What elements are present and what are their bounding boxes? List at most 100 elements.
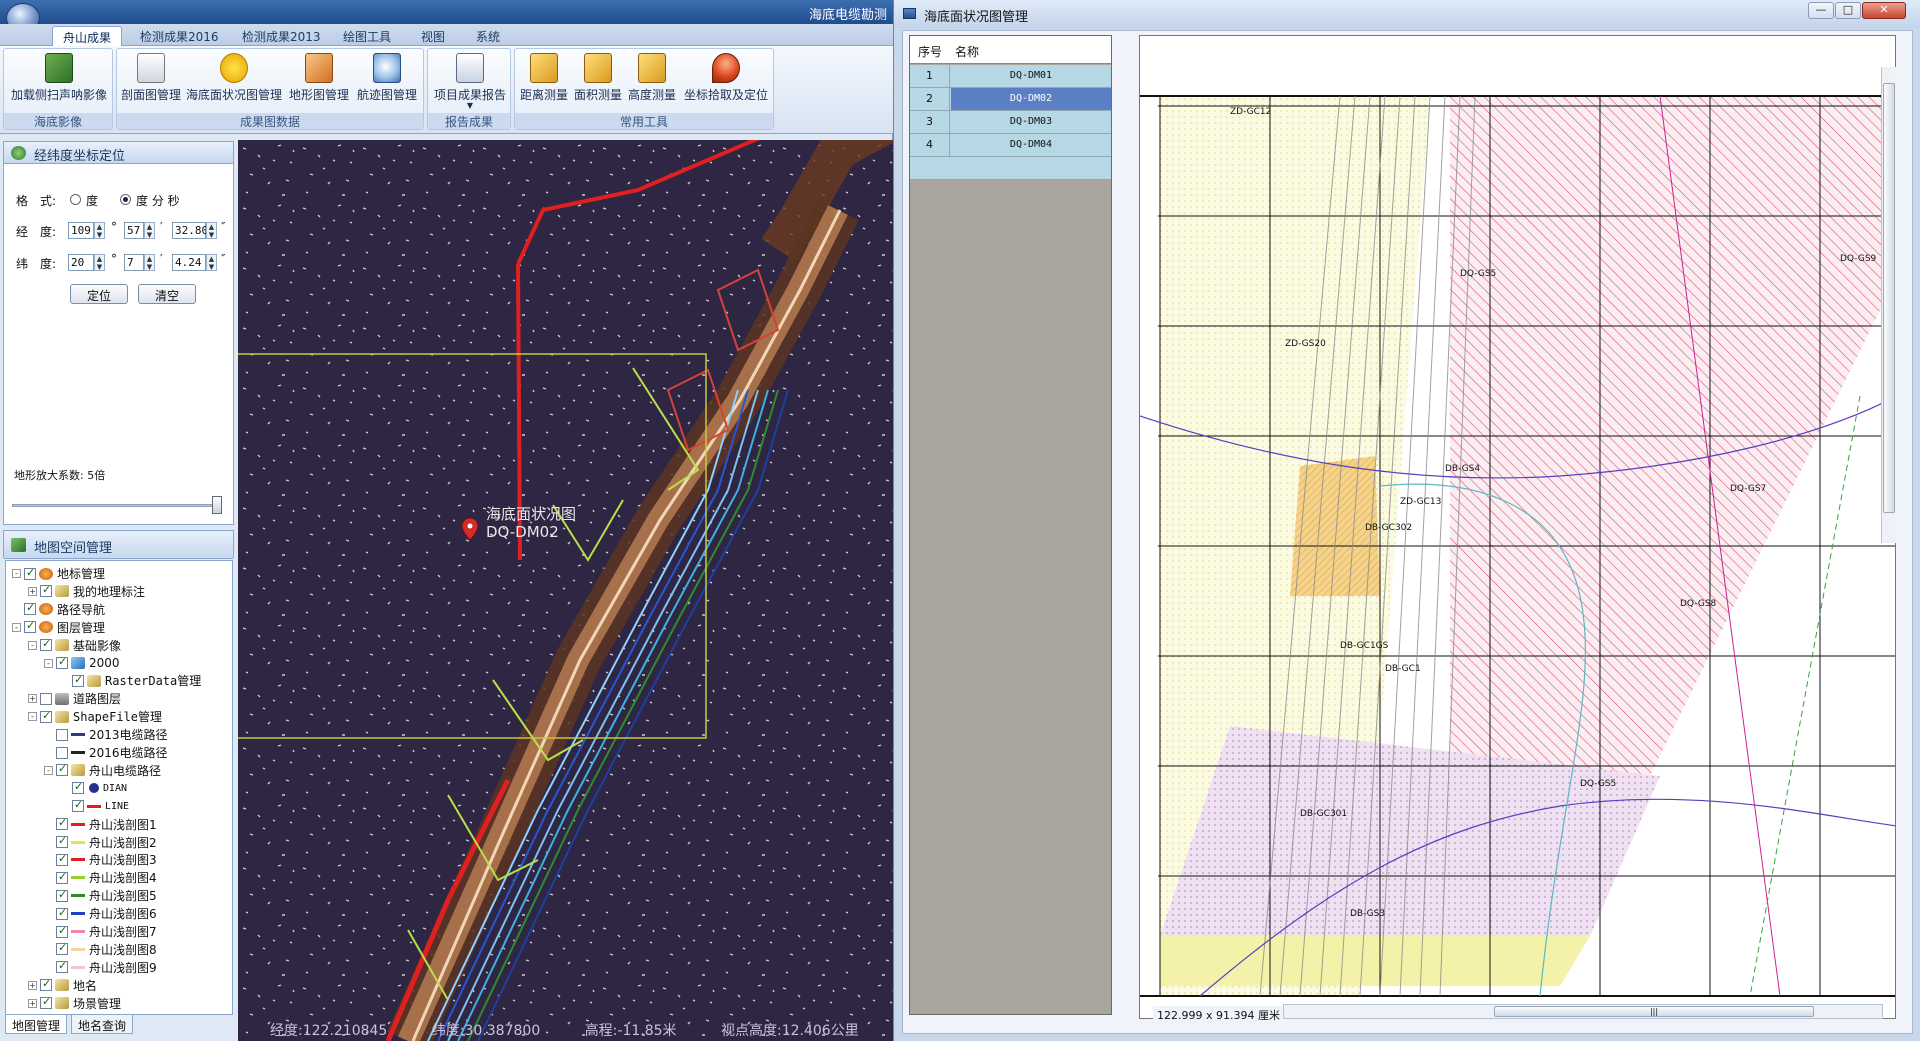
tree-node[interactable]: RasterData管理: [60, 672, 201, 689]
tree-node[interactable]: DIAN: [60, 780, 127, 797]
tree-node[interactable]: - 图层管理: [12, 619, 105, 636]
tree-node[interactable]: - 基础影像: [28, 637, 121, 654]
tree-node[interactable]: 舟山浅剖图6: [44, 905, 157, 922]
3d-map-view[interactable]: 海底面状况图 DQ-DM02: [238, 140, 893, 1041]
grid-new-row[interactable]: [910, 157, 1111, 180]
layer-visibility-checkbox[interactable]: [72, 780, 84, 795]
longitude-second-spinner[interactable]: ▲ ▼: [206, 222, 217, 239]
tree-node[interactable]: - ShapeFile管理: [28, 708, 162, 725]
layer-visibility-checkbox[interactable]: [56, 852, 68, 866]
drawing-horizontal-scrollbar[interactable]: |||: [1283, 1004, 1883, 1019]
profile-map-management-button[interactable]: 剖面图管理: [121, 53, 181, 113]
tree-node[interactable]: - 地标管理: [12, 565, 105, 582]
tab-place-search[interactable]: 地名查询: [71, 1015, 134, 1034]
expand-icon[interactable]: +: [28, 586, 37, 596]
tree-node[interactable]: 舟山浅剖图3: [44, 851, 157, 868]
layer-visibility-checkbox[interactable]: [56, 746, 68, 759]
tab-view[interactable]: 视图: [411, 26, 455, 46]
height-measure-button[interactable]: 高度测量: [627, 53, 677, 113]
expand-icon[interactable]: +: [28, 980, 37, 990]
grid-row[interactable]: 2 DQ-DM02: [910, 88, 1111, 111]
tree-node[interactable]: - 2000: [44, 655, 120, 672]
minimize-button[interactable]: —: [1808, 2, 1834, 19]
distance-measure-button[interactable]: 距离测量: [519, 53, 569, 113]
tab-zhoushan-results[interactable]: 舟山成果: [52, 26, 123, 46]
load-sidescan-sonar-button[interactable]: 加载侧扫声呐影像: [9, 53, 109, 113]
longitude-degree-spinner[interactable]: ▲ ▼: [94, 222, 105, 239]
latitude-second-input[interactable]: 4.24: [172, 254, 206, 271]
tree-node[interactable]: + 道路图层: [28, 690, 121, 707]
latitude-minute-input[interactable]: 7: [124, 254, 144, 271]
layer-visibility-checkbox[interactable]: [24, 601, 36, 616]
tree-node[interactable]: 舟山浅剖图7: [44, 923, 157, 940]
layer-visibility-checkbox[interactable]: [72, 673, 84, 687]
layer-visibility-checkbox[interactable]: [56, 816, 68, 831]
longitude-degree-input[interactable]: 109: [68, 222, 94, 239]
layer-visibility-checkbox[interactable]: [40, 977, 52, 992]
horizontal-scroll-thumb[interactable]: |||: [1494, 1006, 1814, 1017]
tree-node[interactable]: - 舟山电缆路径: [44, 762, 161, 779]
longitude-minute-spinner[interactable]: ▲ ▼: [144, 222, 155, 239]
area-measure-button[interactable]: 面积测量: [573, 53, 623, 113]
layer-visibility-checkbox[interactable]: [56, 728, 68, 741]
seabed-condition-map-button[interactable]: 海底面状况图管理: [185, 53, 283, 113]
layer-visibility-checkbox[interactable]: [24, 619, 36, 634]
collapse-icon[interactable]: -: [28, 712, 37, 722]
terrain-zoom-slider-thumb[interactable]: [212, 496, 222, 514]
grid-row[interactable]: 4 DQ-DM04: [910, 134, 1111, 157]
layer-visibility-checkbox[interactable]: [56, 959, 68, 974]
layer-visibility-checkbox[interactable]: [40, 709, 52, 723]
collapse-icon[interactable]: -: [12, 569, 21, 578]
track-map-button[interactable]: 航迹图管理: [355, 53, 419, 113]
topographic-map-button[interactable]: 地形图管理: [289, 53, 349, 113]
layer-visibility-checkbox[interactable]: [56, 655, 68, 669]
drawing-vertical-scrollbar[interactable]: [1881, 67, 1896, 543]
tab-system[interactable]: 系统: [466, 26, 510, 46]
tree-node[interactable]: 舟山浅剖图1: [44, 816, 157, 833]
expand-icon[interactable]: +: [28, 694, 37, 704]
format-dms-radio[interactable]: [120, 194, 131, 205]
clear-button[interactable]: 清空: [138, 284, 196, 304]
layer-visibility-checkbox[interactable]: [40, 583, 52, 598]
latitude-minute-spinner[interactable]: ▲ ▼: [144, 254, 155, 271]
locate-button[interactable]: 定位: [70, 284, 128, 304]
latitude-degree-input[interactable]: 20: [68, 254, 94, 271]
expand-icon[interactable]: +: [28, 998, 37, 1008]
layer-visibility-checkbox[interactable]: [40, 692, 52, 705]
tab-inspection-2016[interactable]: 检测成果2016: [130, 26, 229, 46]
layer-visibility-checkbox[interactable]: [56, 888, 68, 902]
collapse-icon[interactable]: -: [44, 658, 53, 668]
latitude-second-spinner[interactable]: ▲ ▼: [206, 254, 217, 271]
collapse-icon[interactable]: -: [12, 622, 21, 632]
seabed-condition-drawing[interactable]: ZD-GC12 DQ-GS5 ZD-GS20 DB-GS4 DQ-GS7 ZD-…: [1139, 35, 1896, 1019]
tree-node[interactable]: LINE: [60, 798, 129, 815]
tab-inspection-2013[interactable]: 检测成果2013: [232, 26, 331, 46]
vertical-scroll-thumb[interactable]: [1883, 83, 1895, 513]
collapse-icon[interactable]: -: [28, 640, 37, 650]
longitude-minute-input[interactable]: 57: [124, 222, 144, 239]
map-canvas[interactable]: 海底面状况图 DQ-DM02: [238, 140, 893, 1041]
coordinate-pick-button[interactable]: 坐标拾取及定位: [681, 53, 771, 113]
layer-visibility-checkbox[interactable]: [56, 906, 68, 920]
longitude-second-input[interactable]: 32.80: [172, 222, 208, 239]
project-report-button[interactable]: 项目成果报告 ▼: [432, 53, 508, 113]
tree-node[interactable]: 舟山浅剖图9: [44, 959, 157, 976]
tab-map-management[interactable]: 地图管理: [5, 1015, 68, 1034]
close-button[interactable]: ✕: [1862, 2, 1906, 19]
layer-visibility-checkbox[interactable]: [56, 762, 68, 777]
layer-visibility-checkbox[interactable]: [40, 637, 52, 652]
tab-drawing-tools[interactable]: 绘图工具: [333, 26, 401, 46]
tree-node[interactable]: 路径导航: [12, 601, 105, 618]
layer-visibility-checkbox[interactable]: [40, 995, 52, 1010]
tree-node[interactable]: + 我的地理标注: [28, 583, 145, 600]
collapse-icon[interactable]: -: [44, 765, 53, 775]
tree-node[interactable]: 2013电缆路径: [44, 726, 168, 743]
layer-visibility-checkbox[interactable]: [56, 870, 68, 884]
grid-row[interactable]: 1 DQ-DM01: [910, 65, 1111, 88]
tree-node[interactable]: 2016电缆路径: [44, 744, 168, 761]
tree-node[interactable]: + 场景管理: [28, 995, 121, 1012]
layer-visibility-checkbox[interactable]: [56, 834, 68, 848]
terrain-zoom-slider-track[interactable]: [12, 504, 222, 507]
tree-node[interactable]: 舟山浅剖图2: [44, 834, 157, 851]
tree-node[interactable]: 舟山浅剖图5: [44, 887, 157, 904]
